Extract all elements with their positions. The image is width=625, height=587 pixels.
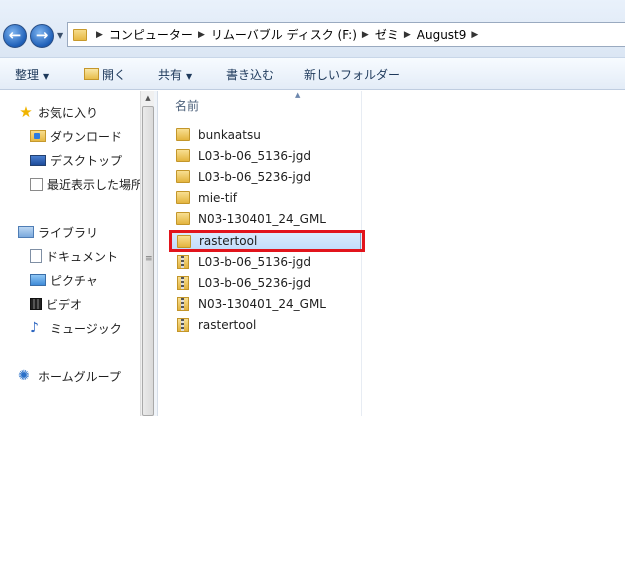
organize-menu-button[interactable]: 整理 ▼ bbox=[15, 66, 49, 83]
breadcrumb-computer[interactable]: コンピューター bbox=[109, 26, 193, 43]
chevron-right-icon[interactable]: ▶ bbox=[471, 30, 478, 40]
video-icon bbox=[30, 298, 42, 310]
new-folder-button[interactable]: 新しいフォルダー bbox=[304, 66, 400, 83]
sidebar-item-label: ビデオ bbox=[46, 297, 83, 312]
sidebar-item-desktop[interactable]: デスクトップ bbox=[30, 150, 122, 170]
file-name: L03-b-06_5136-jgd bbox=[198, 254, 311, 269]
address-bar-row: ← → ▼ ▶ コンピューター ▶ リムーバブル ディスク (F:) ▶ ゼミ … bbox=[0, 0, 625, 58]
file-name: rastertool bbox=[198, 317, 257, 332]
sidebar-item-label: ピクチャ bbox=[50, 273, 98, 288]
star-icon: ★ bbox=[19, 103, 33, 121]
file-name: L03-b-06_5236-jgd bbox=[198, 275, 311, 290]
recent-pages-dropdown-icon[interactable]: ▼ bbox=[57, 31, 66, 40]
sidebar-item-pictures[interactable]: ピクチャ bbox=[30, 270, 98, 290]
file-name: L03-b-06_5236-jgd bbox=[198, 169, 311, 184]
recent-places-icon bbox=[30, 177, 43, 191]
forward-arrow-icon[interactable]: → bbox=[30, 24, 54, 48]
folder-icon bbox=[176, 128, 190, 141]
organize-label: 整理 bbox=[15, 68, 40, 82]
open-folder-icon bbox=[84, 68, 99, 80]
scroll-up-arrow-icon[interactable]: ▲ bbox=[141, 91, 155, 105]
sidebar-item-label: ホームグループ bbox=[38, 369, 121, 384]
sidebar-item-label: ミュージック bbox=[50, 321, 122, 336]
highlight-annotation-box bbox=[169, 230, 365, 252]
list-item[interactable]: L03-b-06_5236-jgd bbox=[170, 272, 361, 293]
zip-folder-icon bbox=[177, 254, 189, 269]
folder-icon bbox=[73, 28, 87, 41]
sidebar-item-label: ドキュメント bbox=[46, 249, 119, 264]
file-name: bunkaatsu bbox=[198, 127, 261, 142]
chevron-right-icon[interactable]: ▶ bbox=[362, 30, 369, 40]
folder-icon bbox=[176, 191, 190, 204]
navigation-pane: ★ お気に入り ダウンロード デスクトップ 最近表示した場所 ライブラリ ドキュ… bbox=[0, 91, 140, 416]
sidebar-item-label: お気に入り bbox=[38, 105, 99, 120]
library-icon bbox=[18, 226, 34, 238]
zip-folder-icon bbox=[177, 317, 189, 332]
chevron-right-icon[interactable]: ▶ bbox=[404, 30, 411, 40]
list-item[interactable]: L03-b-06_5136-jgd bbox=[170, 251, 361, 272]
burn-button[interactable]: 書き込む bbox=[226, 66, 274, 83]
sidebar-item-downloads[interactable]: ダウンロード bbox=[30, 126, 122, 146]
sidebar-item-music[interactable]: ♪ ミュージック bbox=[30, 318, 122, 338]
picture-icon bbox=[30, 274, 46, 286]
downloads-folder-icon bbox=[30, 130, 46, 142]
share-menu-button[interactable]: 共有 ▼ bbox=[158, 66, 192, 83]
chevron-down-icon: ▼ bbox=[186, 72, 193, 81]
sort-ascending-icon: ▲ bbox=[295, 91, 301, 99]
file-name: mie-tif bbox=[198, 190, 237, 205]
breadcrumb-august9[interactable]: August9 bbox=[417, 28, 467, 42]
breadcrumb-removable-disk[interactable]: リムーバブル ディスク (F:) bbox=[211, 26, 357, 43]
sidebar-item-label: ライブラリ bbox=[38, 225, 99, 240]
breadcrumb-zemi[interactable]: ゼミ bbox=[375, 26, 399, 43]
sidebar-item-label: ダウンロード bbox=[50, 129, 123, 144]
open-button[interactable]: 開く bbox=[84, 66, 126, 83]
chevron-right-icon[interactable]: ▶ bbox=[96, 30, 103, 40]
sidebar-item-homegroup[interactable]: ✺ ホームグループ bbox=[18, 366, 121, 386]
file-name: N03-130401_24_GML bbox=[198, 211, 326, 226]
chevron-right-icon[interactable]: ▶ bbox=[198, 30, 205, 40]
new-folder-label: 新しいフォルダー bbox=[304, 68, 401, 82]
music-note-icon: ♪ bbox=[30, 320, 39, 336]
file-list-pane: 名前 ▲ bunkaatsu L03-b-06_5136-jgd L03-b-0… bbox=[159, 91, 625, 416]
file-name: N03-130401_24_GML bbox=[198, 296, 326, 311]
list-item[interactable]: L03-b-06_5136-jgd bbox=[170, 145, 361, 166]
list-item[interactable]: mie-tif bbox=[170, 187, 361, 208]
zip-folder-icon bbox=[177, 296, 189, 311]
homegroup-icon: ✺ bbox=[18, 368, 30, 384]
file-name: L03-b-06_5136-jgd bbox=[198, 148, 311, 163]
scrollbar-thumb[interactable]: ≡ bbox=[142, 106, 154, 416]
sidebar-item-recent-places[interactable]: 最近表示した場所 bbox=[30, 174, 140, 194]
command-toolbar: 整理 ▼ 開く 共有 ▼ 書き込む 新しいフォルダー bbox=[0, 58, 625, 90]
chevron-down-icon: ▼ bbox=[43, 72, 50, 81]
folder-icon bbox=[176, 149, 190, 162]
breadcrumb[interactable]: ▶ コンピューター ▶ リムーバブル ディスク (F:) ▶ ゼミ ▶ Augu… bbox=[67, 22, 625, 47]
column-divider[interactable] bbox=[361, 91, 362, 416]
share-label: 共有 bbox=[158, 68, 183, 82]
sidebar-item-libraries[interactable]: ライブラリ bbox=[18, 222, 98, 242]
pane-splitter[interactable] bbox=[154, 91, 158, 416]
sidebar-item-favorites[interactable]: ★ お気に入り bbox=[18, 102, 98, 122]
open-label: 開く bbox=[102, 68, 127, 82]
sidebar-item-videos[interactable]: ビデオ bbox=[30, 294, 82, 314]
list-item[interactable]: N03-130401_24_GML bbox=[170, 293, 361, 314]
sidebar-item-label: デスクトップ bbox=[50, 153, 123, 168]
column-header-name[interactable]: 名前 bbox=[175, 97, 199, 114]
sidebar-scrollbar[interactable]: ▲ ≡ bbox=[140, 91, 154, 416]
sidebar-item-documents[interactable]: ドキュメント bbox=[30, 246, 118, 266]
list-item[interactable]: N03-130401_24_GML bbox=[170, 208, 361, 229]
grip-icon: ≡ bbox=[145, 254, 153, 264]
folder-icon bbox=[176, 212, 190, 225]
sidebar-item-label: 最近表示した場所 bbox=[47, 177, 140, 192]
list-item[interactable]: L03-b-06_5236-jgd bbox=[170, 166, 361, 187]
folder-icon bbox=[176, 170, 190, 183]
desktop-icon bbox=[30, 154, 46, 166]
list-item[interactable]: bunkaatsu bbox=[170, 124, 361, 145]
burn-label: 書き込む bbox=[226, 68, 275, 82]
document-icon bbox=[30, 249, 42, 263]
list-item[interactable]: rastertool bbox=[170, 314, 361, 335]
back-arrow-icon[interactable]: ← bbox=[3, 24, 27, 48]
zip-folder-icon bbox=[177, 275, 189, 290]
